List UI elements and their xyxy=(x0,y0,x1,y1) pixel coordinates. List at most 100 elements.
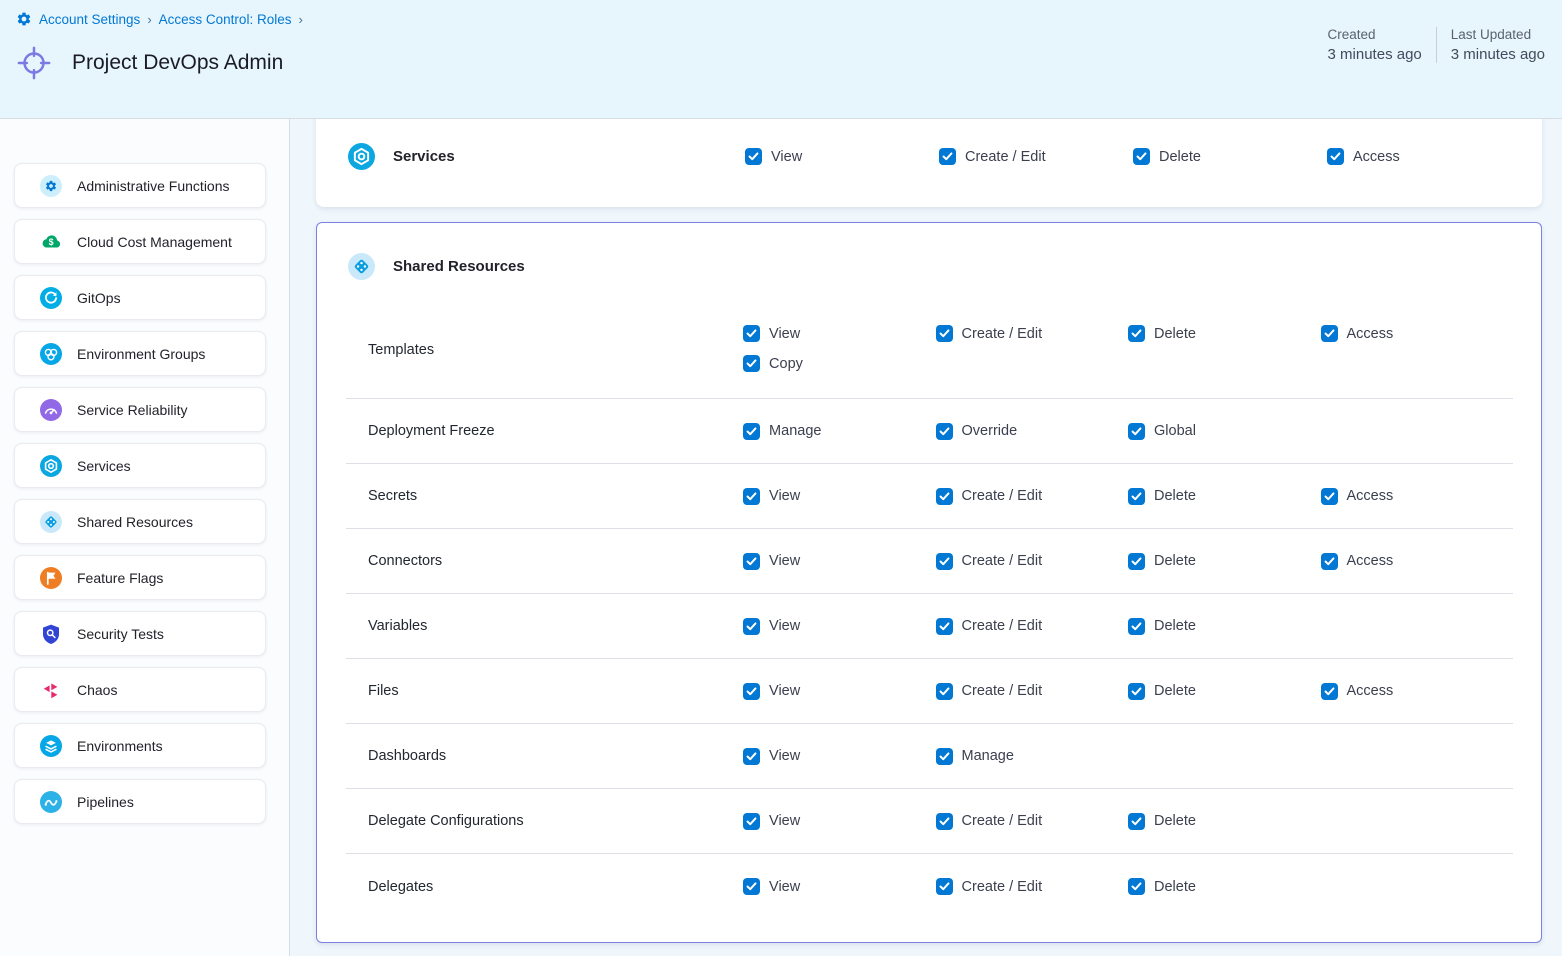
checkbox-checked-icon xyxy=(1321,553,1338,570)
permission-checkbox-create-edit[interactable]: Create / Edit xyxy=(936,325,1128,342)
checkbox-label: View xyxy=(769,326,800,342)
checkbox-checked-icon xyxy=(936,325,953,342)
checkbox-checked-icon xyxy=(743,355,760,372)
created-value: 3 minutes ago xyxy=(1328,46,1422,63)
page-body: Administrative Functions $Cloud Cost Mana… xyxy=(0,119,1562,956)
permission-cell: Delete xyxy=(1133,148,1327,165)
sidebar-item-gitops[interactable]: GitOps xyxy=(14,275,266,320)
permission-checkbox-create-edit[interactable]: Create / Edit xyxy=(936,878,1128,895)
sidebar-item-label: Cloud Cost Management xyxy=(77,234,232,250)
permission-cell: View xyxy=(743,488,935,505)
resource-label: Delegate Configurations xyxy=(368,813,743,829)
permission-checkbox-override[interactable]: Override xyxy=(936,423,1128,440)
sidebar-item-feature-flags[interactable]: Feature Flags xyxy=(14,555,266,600)
checkbox-checked-icon xyxy=(1321,325,1338,342)
permission-checkbox-access[interactable]: Access xyxy=(1321,683,1513,700)
checkbox-label: View xyxy=(769,618,800,634)
permission-checkbox-create-edit[interactable]: Create / Edit xyxy=(936,813,1128,830)
permission-checkbox-delete[interactable]: Delete xyxy=(1128,325,1320,342)
last-updated-label: Last Updated xyxy=(1451,27,1545,42)
permission-cell: Create / Edit xyxy=(936,813,1128,830)
permission-cell: Delete xyxy=(1128,553,1320,570)
breadcrumb-separator: › xyxy=(298,12,302,27)
checkbox-checked-icon xyxy=(743,325,760,342)
sidebar-item-pipelines[interactable]: Pipelines xyxy=(14,779,266,824)
checkbox-label: View xyxy=(769,813,800,829)
pipelines-icon xyxy=(40,791,62,813)
permission-checkbox-delete[interactable]: Delete xyxy=(1128,878,1320,895)
shared-resources-icon xyxy=(348,253,375,280)
checkbox-checked-icon xyxy=(936,423,953,440)
checkbox-label: Delete xyxy=(1154,813,1196,829)
sidebar-item-environment-groups[interactable]: Environment Groups xyxy=(14,331,266,376)
resource-label: Connectors xyxy=(368,553,743,569)
permission-checkbox-access[interactable]: Access xyxy=(1321,488,1513,505)
checkbox-label: View xyxy=(769,683,800,699)
permission-checkbox-create-edit[interactable]: Create / Edit xyxy=(936,488,1128,505)
permission-checkbox-create-edit[interactable]: Create / Edit xyxy=(939,148,1133,165)
shared-resources-permission-card: Shared Resources TemplatesViewCopyCreate… xyxy=(316,222,1542,943)
breadcrumb-account-settings[interactable]: Account Settings xyxy=(39,12,140,27)
checkbox-label: Create / Edit xyxy=(965,149,1046,165)
service-reliability-icon xyxy=(40,399,62,421)
checkbox-label: View xyxy=(769,879,800,895)
sidebar-item-label: Security Tests xyxy=(77,626,164,642)
breadcrumb-separator: › xyxy=(147,12,151,27)
feature-flags-icon xyxy=(40,567,62,589)
permission-checkbox-manage[interactable]: Manage xyxy=(743,423,935,440)
checkbox-checked-icon xyxy=(743,553,760,570)
permission-cell: Delete xyxy=(1128,488,1320,505)
permission-checkbox-delete[interactable]: Delete xyxy=(1128,553,1320,570)
permission-checkbox-view[interactable]: View xyxy=(743,748,935,765)
checkbox-checked-icon xyxy=(936,683,953,700)
permission-checkbox-view[interactable]: View xyxy=(743,553,935,570)
sidebar-item-chaos[interactable]: Chaos xyxy=(14,667,266,712)
permission-checkbox-copy[interactable]: Copy xyxy=(743,355,935,372)
permission-checkbox-view[interactable]: View xyxy=(743,618,935,635)
sidebar-item-services[interactable]: Services xyxy=(14,443,266,488)
resource-label: Templates xyxy=(368,342,743,358)
permission-checkbox-view[interactable]: View xyxy=(743,488,935,505)
permission-checkbox-global[interactable]: Global xyxy=(1128,423,1320,440)
permission-checkbox-delete[interactable]: Delete xyxy=(1133,148,1327,165)
checkbox-checked-icon xyxy=(936,878,953,895)
sidebar-item-shared-resources[interactable]: Shared Resources xyxy=(14,499,266,544)
permission-checkbox-delete[interactable]: Delete xyxy=(1128,683,1320,700)
permission-row-delegate-configurations: Delegate Configurations View Create / Edit… xyxy=(346,789,1513,854)
permission-checkbox-create-edit[interactable]: Create / Edit xyxy=(936,553,1128,570)
sidebar-item-environments[interactable]: Environments xyxy=(14,723,266,768)
permission-checkbox-view[interactable]: View xyxy=(743,325,935,342)
permission-checkbox-access[interactable]: Access xyxy=(1321,325,1513,342)
checkbox-checked-icon xyxy=(1128,423,1145,440)
permission-checkbox-delete[interactable]: Delete xyxy=(1128,618,1320,635)
sidebar-item-security-tests[interactable]: Security Tests xyxy=(14,611,266,656)
checkbox-label: Create / Edit xyxy=(962,553,1043,569)
permission-cell: Create / Edit xyxy=(939,148,1133,165)
breadcrumb-access-control-roles[interactable]: Access Control: Roles xyxy=(159,12,292,27)
permission-cell: Create / Edit xyxy=(936,488,1128,505)
permission-checkbox-manage[interactable]: Manage xyxy=(936,748,1128,765)
permission-checkbox-view[interactable]: View xyxy=(743,813,935,830)
permission-cell: Create / Edit xyxy=(936,683,1128,700)
permission-checkbox-view[interactable]: View xyxy=(743,878,935,895)
permission-cell: Delete xyxy=(1128,813,1320,830)
permission-cell: View xyxy=(743,748,935,765)
checkbox-checked-icon xyxy=(1128,683,1145,700)
permission-checkbox-create-edit[interactable]: Create / Edit xyxy=(936,618,1128,635)
permission-checkbox-view[interactable]: View xyxy=(745,148,939,165)
permission-checkbox-view[interactable]: View xyxy=(743,683,935,700)
permission-row-delegates: Delegates View Create / EditDelete xyxy=(346,854,1513,919)
resource-label: Delegates xyxy=(368,879,743,895)
resource-label: Variables xyxy=(368,618,743,634)
permission-checkbox-create-edit[interactable]: Create / Edit xyxy=(936,683,1128,700)
sidebar-item-label: Administrative Functions xyxy=(77,178,230,194)
permission-checkbox-access[interactable]: Access xyxy=(1327,148,1521,165)
permission-checkbox-delete[interactable]: Delete xyxy=(1128,813,1320,830)
page: Account Settings › Access Control: Roles… xyxy=(0,0,1562,956)
sidebar-item-cloud-cost-management[interactable]: $Cloud Cost Management xyxy=(14,219,266,264)
sidebar-item-service-reliability[interactable]: Service Reliability xyxy=(14,387,266,432)
permission-checkbox-access[interactable]: Access xyxy=(1321,553,1513,570)
permission-checkbox-delete[interactable]: Delete xyxy=(1128,488,1320,505)
sidebar-item-administrative-functions[interactable]: Administrative Functions xyxy=(14,163,266,208)
checkbox-label: Access xyxy=(1347,488,1394,504)
